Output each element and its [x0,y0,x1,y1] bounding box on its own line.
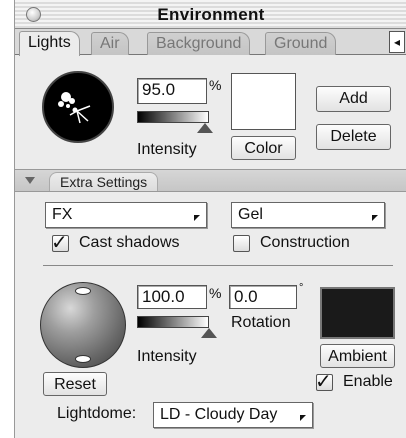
tab-ground[interactable]: Ground [265,32,337,55]
popup-arrow-icon [194,215,200,221]
ambient-intensity-slider[interactable] [137,316,209,328]
color-button[interactable]: Color [231,136,296,160]
globe-cap [75,287,91,295]
cast-shadows-checkbox[interactable]: ✓ [51,232,69,254]
light-position-widget[interactable] [42,71,114,143]
lightdome-popup-value: LD - Cloudy Day [160,406,278,423]
cast-shadows-label: Cast shadows [79,234,180,251]
globe-cap [75,355,91,363]
ambient-globe-preview[interactable] [40,282,126,368]
enable-checkbox[interactable]: ✓ [315,371,333,393]
window-title: Environment [157,5,265,24]
rotation-label: Rotation [231,314,291,331]
degree-sign: ° [299,282,304,294]
ambient-intensity-label: Intensity [137,348,197,365]
light-intensity-slider-thumb[interactable] [197,123,214,133]
ambient-button[interactable]: Ambient [320,344,395,368]
lights-panel: 95.0 % Intensity Color Add Delete [15,55,406,169]
environment-window: Environment Lights Air Background Ground… [14,0,406,438]
title-bar[interactable]: Environment [15,0,406,29]
add-button[interactable]: Add [316,86,391,112]
tab-bar: Lights Air Background Ground ◂ [15,29,406,56]
extra-settings-label: Extra Settings [49,172,159,191]
extra-settings-bar[interactable]: Extra Settings [15,169,406,192]
checkmark-icon: ✓ [51,232,68,254]
construction-label: Construction [260,234,350,251]
reset-button[interactable]: Reset [43,372,107,396]
light-intensity-slider[interactable] [137,111,209,123]
extra-settings-panel: FX Gel ✓ Cast shadows ✓ Construction 100… [15,192,406,438]
delete-button[interactable]: Delete [316,124,391,150]
light-sun-icon [58,92,91,124]
gel-popup[interactable]: Gel [231,202,385,228]
lightdome-label: Lightdome: [57,405,137,422]
rotation-input[interactable]: 0.0 [229,285,297,309]
light-percent-sign: % [209,77,222,93]
ambient-intensity-slider-thumb[interactable] [201,328,217,338]
ambient-percent-sign: % [209,285,222,301]
light-intensity-input[interactable]: 95.0 [137,78,207,104]
checkmark-icon: ✓ [315,371,332,393]
disclosure-triangle-icon[interactable] [25,177,35,184]
tab-scroll-arrow-icon[interactable]: ◂ [389,31,405,53]
popup-arrow-icon [372,215,378,221]
fx-popup-value: FX [52,206,73,223]
ambient-intensity-input[interactable]: 100.0 [137,285,207,309]
fx-popup[interactable]: FX [45,202,207,228]
enable-label: Enable [343,373,393,390]
ambient-color-swatch[interactable] [320,287,395,339]
lightdome-popup[interactable]: LD - Cloudy Day [153,402,313,428]
tab-background[interactable]: Background [147,32,251,55]
light-color-swatch[interactable] [231,73,296,130]
gel-popup-value: Gel [238,206,263,223]
tab-air[interactable]: Air [91,32,129,55]
popup-arrow-icon [300,415,306,421]
construction-checkbox[interactable]: ✓ [233,235,250,252]
light-intensity-label: Intensity [137,141,197,158]
tab-lights[interactable]: Lights [19,31,80,56]
divider [43,265,393,266]
